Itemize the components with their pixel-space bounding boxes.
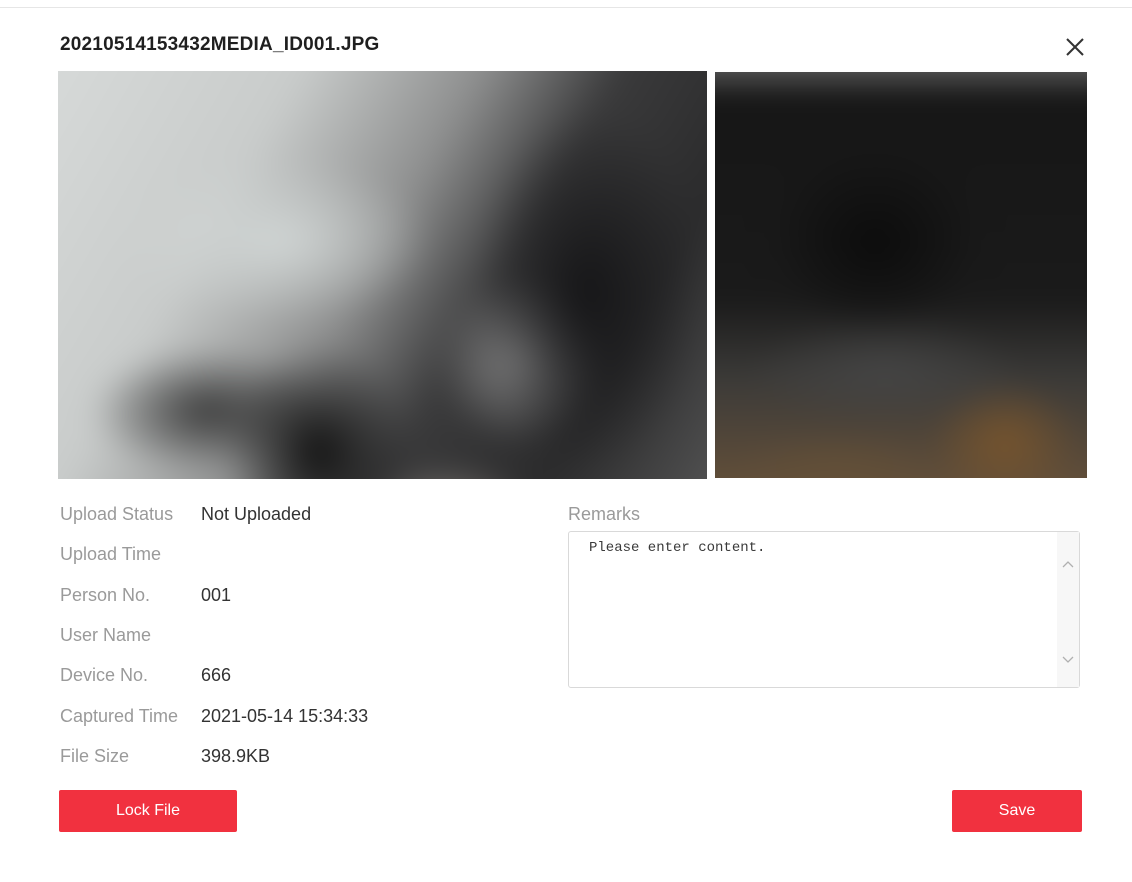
chevron-up-icon[interactable] xyxy=(1062,558,1074,570)
detail-label: Upload Status xyxy=(60,504,174,524)
detail-value: 398.9KB xyxy=(201,746,271,766)
face-photo xyxy=(715,72,1087,478)
detail-label: Device No. xyxy=(60,665,149,685)
detail-label: Person No. xyxy=(60,585,151,605)
remarks-label: Remarks xyxy=(568,504,641,524)
save-button[interactable]: Save xyxy=(952,790,1082,832)
chevron-down-icon[interactable] xyxy=(1062,652,1074,664)
detail-label: Captured Time xyxy=(60,706,179,726)
captured-photo xyxy=(58,71,707,479)
detail-label: File Size xyxy=(60,746,130,766)
detail-value: 666 xyxy=(201,665,232,685)
top-divider xyxy=(0,7,1132,8)
detail-label: User Name xyxy=(60,625,152,645)
dialog-title: 20210514153432MEDIA_ID001.JPG xyxy=(60,34,380,55)
close-icon[interactable] xyxy=(1062,34,1088,60)
detail-value: Not Uploaded xyxy=(201,504,312,524)
detail-value: 2021-05-14 15:34:33 xyxy=(201,706,369,726)
remarks-textarea[interactable] xyxy=(569,532,1059,687)
detail-label: Upload Time xyxy=(60,544,162,564)
remarks-field xyxy=(568,531,1080,688)
remarks-scrollbar[interactable] xyxy=(1057,532,1079,687)
lock-file-button[interactable]: Lock File xyxy=(59,790,237,832)
detail-value: 001 xyxy=(201,585,232,605)
